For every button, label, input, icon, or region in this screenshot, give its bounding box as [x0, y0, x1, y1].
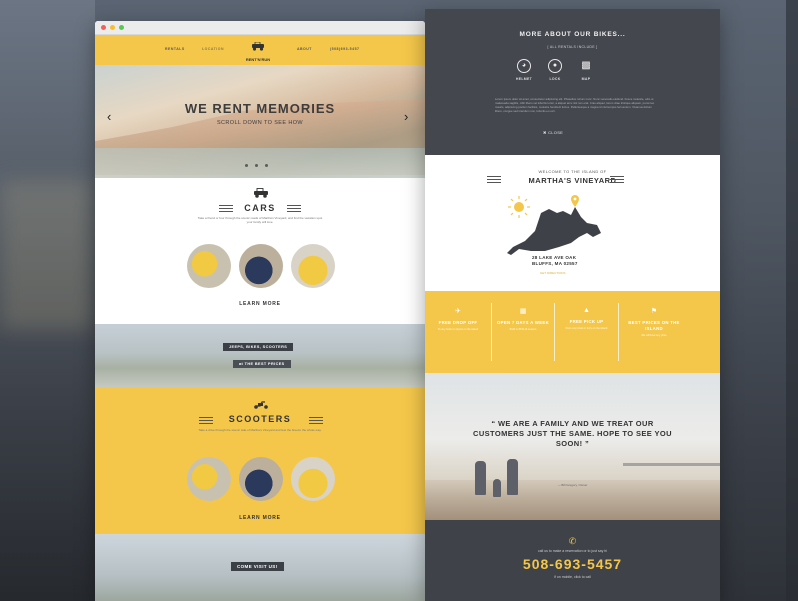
feature-lock: ● LOCK	[543, 59, 567, 81]
rentals-include-label: [ ALL RENTALS INCLUDE ]	[547, 45, 598, 49]
maximize-window-button[interactable]	[119, 25, 124, 30]
testimonial-section: “ WE ARE A FAMILY AND WE TREAT OUR CUSTO…	[425, 373, 720, 520]
marthas-vineyard-shape	[507, 207, 601, 255]
slider-dot[interactable]	[265, 164, 268, 167]
minimize-window-button[interactable]	[110, 25, 115, 30]
calendar-icon: ▦	[519, 308, 527, 315]
more-about-title: MORE ABOUT OUR BIKES...	[519, 31, 626, 38]
photo-band-jeeps: JEEPS, BIKES, SCOOTERS at THE BEST PRICE…	[95, 324, 425, 387]
perk-free-pick-up: ▲ FREE PICK UP From any hotel or ferry o…	[555, 291, 618, 373]
close-panel-button[interactable]: ✖ CLOSE	[543, 130, 563, 135]
hero-subtitle: SCROLL DOWN TO SEE HOW	[216, 120, 303, 126]
ribbon-jeeps-bikes: JEEPS, BIKES, SCOOTERS	[223, 343, 294, 351]
hero-title: WE RENT MEMORIES	[184, 101, 336, 116]
testimonial-author: — Bill Gregory, Owner	[557, 483, 588, 487]
browser-window-homepage: RENTALS LOCATION RENT'N'RUN ABOUT (508)6…	[95, 21, 425, 601]
perk-best-prices: ⚑ BEST PRICES ON THE ISLAND We will beat…	[619, 291, 689, 373]
nav-item-location[interactable]: LOCATION	[202, 47, 224, 51]
phone-icon: ✆	[568, 536, 577, 546]
customer-photo[interactable]	[187, 244, 231, 288]
hero-slider: ‹ WE RENT MEMORIES SCROLL DOWN TO SEE HO…	[95, 65, 425, 178]
cars-section: CARS Take a friend or four through the s…	[95, 178, 425, 324]
car-icon	[254, 188, 268, 198]
title-decor-right	[309, 417, 323, 426]
top-navigation: RENTALS LOCATION RENT'N'RUN ABOUT (508)6…	[95, 35, 425, 65]
title-decor-right	[287, 205, 301, 214]
bike-info-panel: MORE ABOUT OUR BIKES... [ ALL RENTALS IN…	[425, 9, 720, 155]
ribbon-come-visit: COME VISIT US!	[231, 562, 284, 571]
price-tag-icon: ⚑	[650, 308, 658, 315]
slider-dot[interactable]	[255, 164, 258, 167]
close-icon: ✖	[543, 130, 547, 135]
photo-band-visit: COME VISIT US!	[95, 534, 425, 601]
feature-helmet: ◕ HELMET	[512, 59, 536, 81]
welcome-label: WELCOME TO THE ISLAND OF	[538, 169, 607, 174]
location-pin-icon	[571, 195, 579, 207]
island-map[interactable]	[505, 191, 605, 261]
pier-photo	[623, 463, 720, 466]
car-icon: ▲	[583, 307, 590, 314]
nav-item-phone[interactable]: (508)693-5457	[330, 47, 359, 51]
cars-title: CARS	[244, 203, 276, 213]
call-us-text: call us to make a reservation or to just…	[537, 549, 608, 553]
cars-learn-more-link[interactable]: LEARN MORE	[95, 301, 425, 307]
slider-dots	[245, 164, 268, 167]
customer-photo[interactable]	[187, 457, 231, 501]
title-decor-right	[610, 176, 624, 185]
lock-icon: ●	[548, 59, 562, 73]
slider-next-arrow-icon[interactable]: ›	[404, 109, 408, 124]
scooters-section: SCOOTERS Take a drive through the scenic…	[95, 387, 425, 534]
customer-photo[interactable]	[239, 457, 283, 501]
customer-photo[interactable]	[239, 244, 283, 288]
scooter-icon	[254, 401, 268, 409]
bike-info-text: Lorem ipsum dolor sit amet, consectetur …	[495, 97, 655, 113]
location-section: WELCOME TO THE ISLAND OF MARTHA'S VINEYA…	[425, 155, 720, 291]
perk-free-drop-off: ✈ FREE DROP OFF To any hotel or airport …	[425, 291, 491, 373]
mobile-call-hint: if on mobile, click to call	[554, 575, 591, 579]
customer-photo[interactable]	[291, 457, 335, 501]
scooters-title: SCOOTERS	[228, 414, 292, 424]
feature-map: ▩ MAP	[574, 59, 598, 81]
get-directions-link[interactable]: GET DIRECTIONS	[540, 271, 565, 275]
scooters-description: Take a drive through the scenic side of …	[198, 428, 322, 432]
cars-description: Take a friend or four through the scenic…	[197, 216, 323, 224]
map-icon: ▩	[581, 60, 591, 71]
island-name: MARTHA'S VINEYARD	[528, 176, 617, 185]
logo-text: RENT'N'RUN	[245, 57, 271, 62]
slider-dot[interactable]	[245, 164, 248, 167]
window-titlebar	[95, 21, 425, 35]
close-window-button[interactable]	[101, 25, 106, 30]
helmet-icon: ◕	[517, 59, 531, 73]
jeep-logo-icon	[252, 41, 264, 51]
ribbon-best-prices: at THE BEST PRICES	[233, 360, 291, 368]
perks-section: ✈ FREE DROP OFF To any hotel or airport …	[425, 291, 720, 373]
scooters-learn-more-link[interactable]: LEARN MORE	[95, 515, 425, 521]
plane-icon: ✈	[455, 308, 461, 315]
brand-logo[interactable]: RENT'N'RUN	[243, 38, 273, 62]
customer-photo[interactable]	[291, 244, 335, 288]
perk-open-7-days: ▦ OPEN 7 DAYS A WEEK 8AM to 8PM all seas…	[492, 291, 554, 373]
nav-item-rentals[interactable]: RENTALS	[165, 47, 185, 51]
nav-item-about[interactable]: ABOUT	[297, 47, 312, 51]
cars-photo-row	[187, 244, 335, 288]
browser-window-details: MORE ABOUT OUR BIKES... [ ALL RENTALS IN…	[425, 9, 720, 601]
contact-footer: ✆ call us to make a reservation or to ju…	[425, 520, 720, 601]
testimonial-quote: “ WE ARE A FAMILY AND WE TREAT OUR CUSTO…	[473, 419, 672, 448]
address: 28 LAKE AVE OAK BLUFFS, MA 02557	[532, 255, 578, 266]
sun-icon	[508, 196, 530, 218]
scooters-photo-row	[187, 457, 335, 501]
phone-number-link[interactable]: 508-693-5457	[425, 556, 720, 572]
